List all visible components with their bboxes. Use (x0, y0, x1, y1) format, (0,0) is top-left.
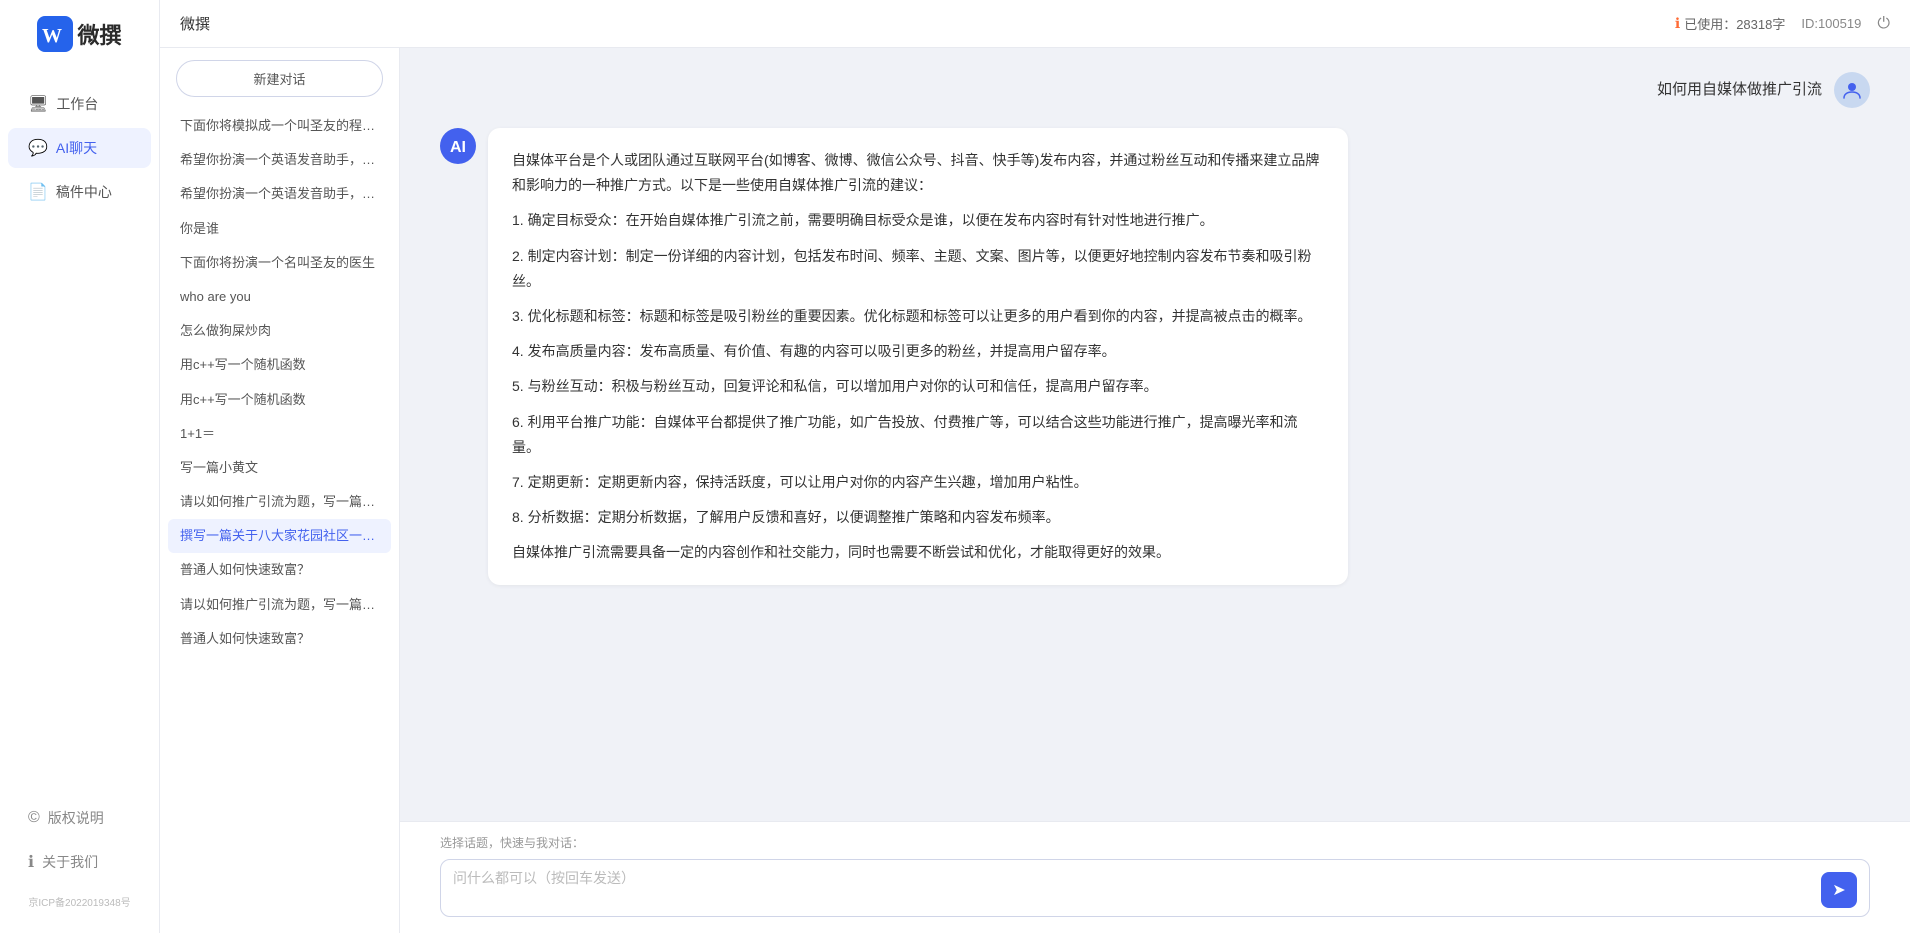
sidebar-item-drafts[interactable]: 📄 稿件中心 (8, 172, 151, 212)
header-title: 微撰 (180, 13, 210, 34)
sidebar: W 微撰 🖥 工作台 💬 AI聊天 📄 稿件中心 © 版权说明 ℹ 关于我们 京… (0, 0, 160, 933)
logo-text: 微撰 (77, 18, 121, 50)
user-message: 如何用自媒体做推广引流 (1657, 72, 1822, 99)
sidebar-item-copyright[interactable]: © 版权说明 (8, 798, 151, 838)
history-item[interactable]: 你是谁 (168, 212, 391, 246)
usage-text: 已使用：28318字 (1684, 14, 1785, 33)
quick-topics-label: 选择话题，快速与我对话： (440, 834, 1870, 851)
history-item[interactable]: 希望你扮演一个英语发音助手，我提供给你... (168, 177, 391, 211)
sidebar-item-ai-chat[interactable]: 💬 AI聊天 (8, 128, 151, 168)
history-item[interactable]: 撰写一篇关于八大家花园社区一刻钟便民生... (168, 519, 391, 553)
sidebar-item-workbench[interactable]: 🖥 工作台 (8, 84, 151, 124)
logo-icon: W (37, 16, 73, 52)
history-item[interactable]: 1+1＝ (168, 417, 391, 451)
sidebar-item-label: 工作台 (56, 94, 98, 114)
input-row: ➤ (440, 859, 1870, 917)
top-header: 微撰 ℹ 已使用：28318字 ID:100519 ⏻ (160, 0, 1910, 48)
sidebar-bottom: © 版权说明 ℹ 关于我们 京ICP备2022019348号 (0, 798, 159, 917)
user-avatar (1834, 72, 1870, 108)
send-icon: ➤ (1832, 880, 1845, 900)
message-row: 如何用自媒体做推广引流 (440, 72, 1870, 108)
history-list: 下面你将模拟成一个叫圣友的程序员，我说...希望你扮演一个英语发音助手，我提供给… (160, 109, 399, 672)
history-item[interactable]: 普通人如何快速致富？ (168, 622, 391, 656)
chat-input[interactable] (453, 868, 1813, 908)
ai-message-bubble: 自媒体平台是个人或团队通过互联网平台(如博客、微博、微信公众号、抖音、快手等)发… (488, 128, 1348, 585)
ai-avatar: AI (440, 128, 476, 164)
header-right: ℹ 已使用：28318字 ID:100519 ⏻ (1675, 14, 1890, 33)
sidebar-item-label: 版权说明 (48, 808, 104, 828)
message-row: AI 自媒体平台是个人或团队通过互联网平台(如博客、微博、微信公众号、抖音、快手等… (440, 128, 1870, 585)
send-button[interactable]: ➤ (1821, 872, 1857, 908)
svg-text:AI: AI (450, 139, 466, 156)
history-item[interactable]: 用c++写一个随机函数 (168, 348, 391, 382)
ai-chat-icon: 💬 (28, 138, 48, 158)
workbench-icon: 🖥 (28, 94, 48, 114)
chat-messages: 如何用自媒体做推广引流 AI 自媒体平台是个人或团队通过互联网平台(如博客、微博、微… (400, 48, 1910, 821)
header-id: ID:100519 (1801, 16, 1861, 31)
history-item[interactable]: 普通人如何快速致富？ (168, 553, 391, 587)
sidebar-item-label: AI聊天 (56, 138, 97, 158)
nav-items: 🖥 工作台 💬 AI聊天 📄 稿件中心 (0, 84, 159, 212)
history-item[interactable]: 怎么做狗屎炒肉 (168, 314, 391, 348)
history-item[interactable]: 请以如何推广引流为题，写一篇大纲 (168, 588, 391, 622)
sidebar-item-label: 关于我们 (42, 852, 98, 872)
about-icon: ℹ (28, 852, 34, 872)
history-item[interactable]: 用c++写一个随机函数 (168, 383, 391, 417)
usage-info-icon: ℹ (1675, 15, 1680, 32)
logo: W 微撰 (21, 16, 137, 52)
new-chat-button[interactable]: 新建对话 (176, 60, 383, 97)
history-panel: 新建对话 下面你将模拟成一个叫圣友的程序员，我说...希望你扮演一个英语发音助手… (160, 48, 400, 933)
input-area: 选择话题，快速与我对话： ➤ (400, 821, 1910, 933)
history-item[interactable]: 下面你将扮演一个名叫圣友的医生 (168, 246, 391, 280)
copyright-icon: © (28, 809, 40, 827)
history-item[interactable]: who are you (168, 280, 391, 314)
history-item[interactable]: 下面你将模拟成一个叫圣友的程序员，我说... (168, 109, 391, 143)
chat-area: 如何用自媒体做推广引流 AI 自媒体平台是个人或团队通过互联网平台(如博客、微博、微… (400, 48, 1910, 933)
svg-text:W: W (42, 25, 62, 47)
sidebar-item-about[interactable]: ℹ 关于我们 (8, 842, 151, 882)
power-icon[interactable]: ⏻ (1877, 15, 1890, 33)
main-container: 微撰 ℹ 已使用：28318字 ID:100519 ⏻ 新建对话 下面你将模拟成… (160, 0, 1910, 933)
drafts-icon: 📄 (28, 182, 48, 202)
history-item[interactable]: 请以如何推广引流为题，写一篇大纲 (168, 485, 391, 519)
icp-text: 京ICP备2022019348号 (0, 886, 159, 917)
header-usage: ℹ 已使用：28318字 (1675, 14, 1785, 33)
content-row: 新建对话 下面你将模拟成一个叫圣友的程序员，我说...希望你扮演一个英语发音助手… (160, 48, 1910, 933)
history-item[interactable]: 写一篇小黄文 (168, 451, 391, 485)
sidebar-item-label: 稿件中心 (56, 182, 112, 202)
history-item[interactable]: 希望你扮演一个英语发音助手，我提供给你... (168, 143, 391, 177)
